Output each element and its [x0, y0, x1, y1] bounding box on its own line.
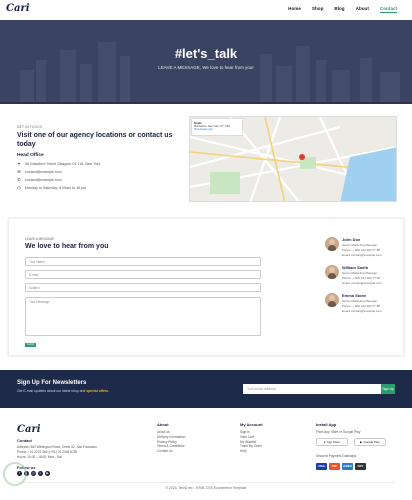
email-line-1: ✉ contact@example.com: [17, 169, 177, 175]
form-eyebrow: LEAVE A MESSAGE: [25, 237, 55, 241]
newsletter-sub-prefix: Get E-mail updates about our latest shop…: [17, 389, 87, 393]
submit-button[interactable]: Submit: [25, 343, 36, 347]
avatar: [325, 237, 339, 251]
nav-about[interactable]: About: [356, 6, 369, 13]
hours-line: ◷ Monday to Saturday: 9.00am to 16.pm: [17, 185, 177, 191]
clock-icon: ◷: [17, 185, 21, 190]
map-pin-icon: ⌖: [17, 161, 21, 166]
name-input[interactable]: Your Name: [25, 257, 261, 266]
footer-link[interactable]: Contact Us: [157, 449, 185, 454]
newsletter-subtitle: Get E-mail updates about our latest shop…: [17, 389, 109, 393]
newsletter-banner: Sign Up For Newsletters Get E-mail updat…: [0, 370, 412, 408]
newsletter-sub-highlight: special offers.: [86, 389, 109, 393]
footer-contact-info: Address: 562 Wellington Road, Street 32,…: [17, 445, 127, 459]
agent-email[interactable]: Email: contact@example.com: [342, 281, 382, 285]
footer-logo[interactable]: Cari: [17, 424, 41, 435]
contact-details: GET IN TOUCH Visit one of our agency loc…: [17, 125, 177, 190]
newsletter-title: Sign Up For Newsletters: [17, 380, 87, 386]
map-info-card: SoHo Manhattan, New York, NY, USA View l…: [192, 119, 242, 135]
site-logo[interactable]: Cari: [6, 3, 30, 14]
subject-input[interactable]: Subject: [25, 283, 261, 292]
agent-phone: Phone: + 000 123 000 77 88: [342, 276, 380, 280]
app-store-label: App Store: [326, 440, 341, 444]
address-line: ⌖ 56 Glassford Street Glasgow G1 1UL New…: [17, 161, 177, 167]
map-larger-link[interactable]: View larger map: [194, 128, 240, 131]
hours-text: Monday to Saturday: 9.00am to 16.pm: [25, 186, 87, 190]
agent-card-1: John Doe Senior Marketing Manager Phone:…: [325, 237, 405, 267]
footer-link[interactable]: Help: [240, 449, 262, 454]
nav-blog[interactable]: Blog: [334, 6, 344, 13]
footer-app-sub: From App Store or Google Play: [316, 430, 361, 434]
form-title: We love to hear from you: [25, 243, 109, 250]
app-store-badge[interactable]: ● App Store: [316, 438, 348, 446]
footer-contact-heading: Contact: [17, 438, 32, 443]
embedded-map[interactable]: SoHo Manhattan, New York, NY, USA View l…: [189, 116, 397, 202]
amex-card-icon: AMEX: [342, 463, 353, 470]
pay-card-icon: PAY: [355, 463, 366, 470]
footer-account-links: Sign In View Cart My Wishlist Track My O…: [240, 430, 262, 454]
agent-email[interactable]: Email: contact@example.com: [342, 253, 382, 257]
agent-card-3: Emma Stone Senior Marketing Manager Phon…: [325, 293, 405, 323]
top-navbar: Cari Home Shop Blog About Contact: [0, 0, 412, 20]
agent-phone: Phone: + 000 123 000 77 88: [342, 248, 380, 252]
head-office-heading: Head Office: [17, 153, 44, 158]
hero-title: #let's_talk: [174, 46, 238, 61]
avatar: [325, 293, 339, 307]
google-play-badge[interactable]: ▶ Google Play: [354, 438, 386, 446]
message-form-section: LEAVE A MESSAGE We love to hear from you…: [8, 218, 404, 356]
apple-icon: ●: [323, 440, 326, 444]
agent-role: Senior Marketing Manager: [342, 243, 378, 247]
payment-cards: VISA MC AMEX PAY: [316, 463, 366, 470]
email-line-2: ✆ contact@example.com: [17, 177, 177, 183]
footer-link[interactable]: Delivery Information: [157, 435, 185, 440]
agent-email[interactable]: Email: contact@example.com: [342, 309, 382, 313]
newsletter-email-input[interactable]: Your email address: [243, 384, 381, 394]
nav-links: Home Shop Blog About Contact: [288, 6, 397, 13]
email-input[interactable]: E-mail: [25, 270, 261, 279]
pinterest-icon[interactable]: p: [38, 471, 43, 476]
message-textarea[interactable]: Your Message: [25, 297, 261, 336]
google-play-label: Google Play: [363, 440, 380, 444]
phone-icon: ✆: [17, 177, 21, 182]
agent-name: John Doe: [342, 237, 361, 242]
hero-banner: #let's_talk LEAVE A MESSAGE, We love to …: [0, 20, 412, 104]
footer-account-heading: My Account: [240, 422, 263, 427]
hero-subtitle: LEAVE A MESSAGE, We love to hear from yo…: [158, 65, 254, 70]
agent-role: Senior Marketing Manager: [342, 299, 378, 303]
contact-eyebrow: GET IN TOUCH: [17, 125, 43, 129]
email-text-1[interactable]: contact@example.com: [25, 170, 62, 174]
footer-about-heading: About: [157, 422, 169, 427]
nav-shop[interactable]: Shop: [312, 6, 323, 13]
city-skyline-illustration: [0, 42, 412, 104]
avatar: [325, 265, 339, 279]
nav-home[interactable]: Home: [288, 6, 301, 13]
mastercard-icon: MC: [329, 463, 340, 470]
watermark-logo: [3, 462, 27, 486]
agent-name: William Smith: [342, 265, 369, 270]
payment-heading: Secured Payment Gateways: [316, 454, 357, 458]
agent-role: Senior Marketing Manager: [342, 271, 378, 275]
visa-card-icon: VISA: [316, 463, 327, 470]
footer-app-heading: Install App: [316, 422, 337, 427]
agent-phone: Phone: + 000 123 000 77 88: [342, 304, 380, 308]
youtube-icon[interactable]: ▶: [45, 471, 50, 476]
contact-title: Visit one of our agency locations or con…: [17, 132, 173, 148]
site-footer: Cari Contact Address: 562 Wellington Roa…: [0, 408, 412, 500]
play-icon: ▶: [360, 440, 363, 444]
agent-name: Emma Stone: [342, 293, 367, 298]
newsletter-signup-button[interactable]: Sign Up: [381, 384, 395, 394]
email-text-2[interactable]: contact@example.com: [25, 178, 62, 182]
footer-about-links: About us Delivery Information Privacy Po…: [157, 430, 185, 454]
address-text: 56 Glassford Street Glasgow G1 1UL New Y…: [25, 162, 101, 166]
nav-contact[interactable]: Contact: [379, 6, 397, 13]
envelope-icon: ✉: [17, 169, 21, 174]
footer-divider: [17, 482, 395, 483]
agent-card-2: William Smith Senior Marketing Manager P…: [325, 265, 405, 295]
copyright-text: © 2023, Tech2 etc - HTML CSS Ecommerce T…: [165, 486, 247, 490]
footer-hours: Hours: 10:00 - 18:00, Mon - Sat: [17, 454, 62, 459]
instagram-icon[interactable]: ◎: [31, 471, 36, 476]
